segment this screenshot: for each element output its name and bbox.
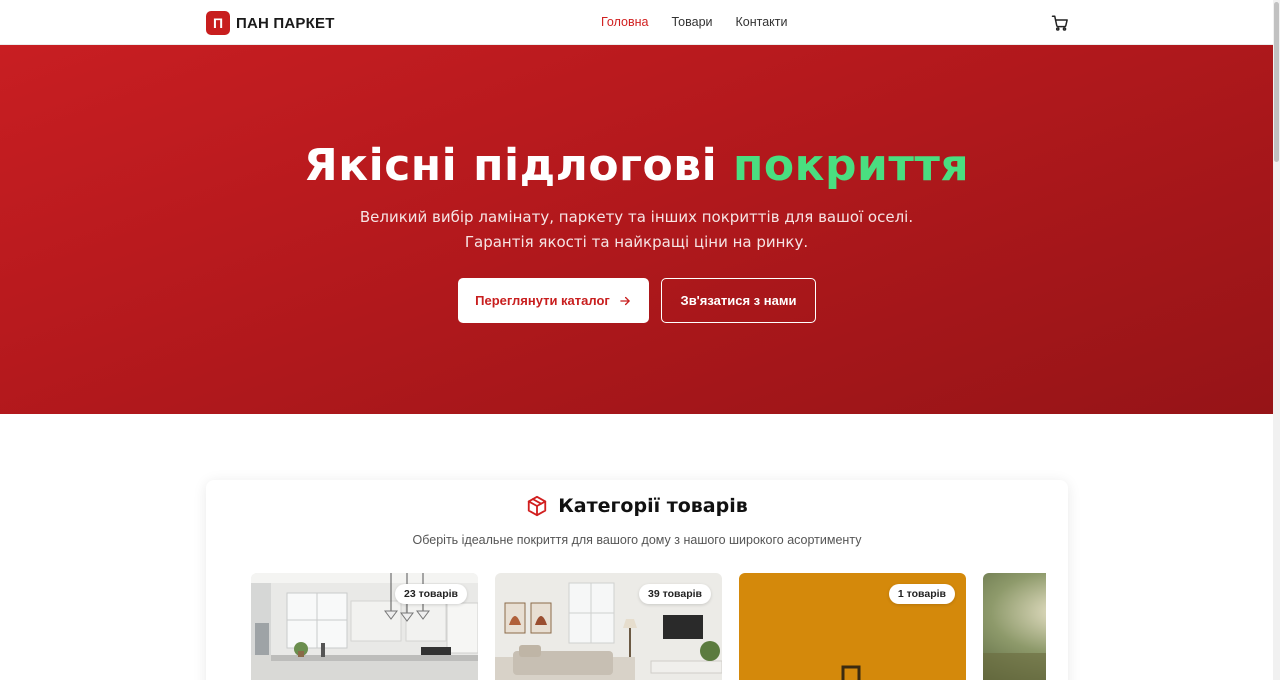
cart-icon[interactable] [1051,14,1069,32]
package-icon [528,495,547,517]
logo[interactable]: П ПАН ПАРКЕТ [206,11,335,35]
contact-us-label: Зв'язатися з нами [680,293,797,308]
category-tiles: 23 товарів 39 товарів 1 товарів [251,573,1046,680]
outdoor-image [983,573,1046,680]
categories-subtitle: Оберіть ідеальне покриття для вашого дом… [412,533,862,547]
view-catalog-button[interactable]: Переглянути каталог [458,278,649,323]
category-count-badge: 1 товарів [888,584,955,604]
hero-subtitle-line-2: Гарантія якості та найкращі ціни на ринк… [464,233,809,251]
logo-mark: П [206,11,230,35]
nav-link-products[interactable]: Товари [672,15,713,29]
category-count-badge: 39 товарів [639,584,711,604]
category-tile-outdoor[interactable] [983,573,1046,680]
page-scrollbar[interactable] [1273,0,1280,680]
main-nav: Головна Товари Контакти [601,15,788,29]
hero-subtitle-line-1: Великий вибір ламінату, паркету та інших… [359,208,914,226]
category-count-badge: 23 товарів [395,584,467,604]
logo-text: ПАН ПАРКЕТ [236,14,335,32]
nav-link-home[interactable]: Головна [601,15,649,29]
contact-us-button[interactable]: Зв'язатися з нами [661,278,816,323]
categories-header: Категорії товарів [206,495,1068,517]
hero-title-main: Якісні підлогові [303,140,734,191]
arrow-right-icon [620,296,630,305]
hero-title-accent: покриття [733,140,970,191]
categories-title: Категорії товарів [558,495,748,517]
hero-title: Якісні підлогові покриття [0,140,1273,191]
category-tile-other[interactable]: 1 товарів [739,573,966,680]
scrollbar-thumb[interactable] [1274,2,1279,162]
nav-link-contacts[interactable]: Контакти [736,15,788,29]
hero-section: Якісні підлогові покриття Великий вибір … [0,45,1273,414]
hero-subtitle: Великий вибір ламінату, паркету та інших… [0,205,1273,255]
view-catalog-label: Переглянути каталог [475,293,610,308]
site-header: П ПАН ПАРКЕТ Головна Товари Контакти [0,0,1273,45]
categories-section: Категорії товарів Оберіть ідеальне покри… [206,480,1068,680]
category-tile-kitchen[interactable]: 23 товарів [251,573,478,680]
category-tile-living-room[interactable]: 39 товарів [495,573,722,680]
